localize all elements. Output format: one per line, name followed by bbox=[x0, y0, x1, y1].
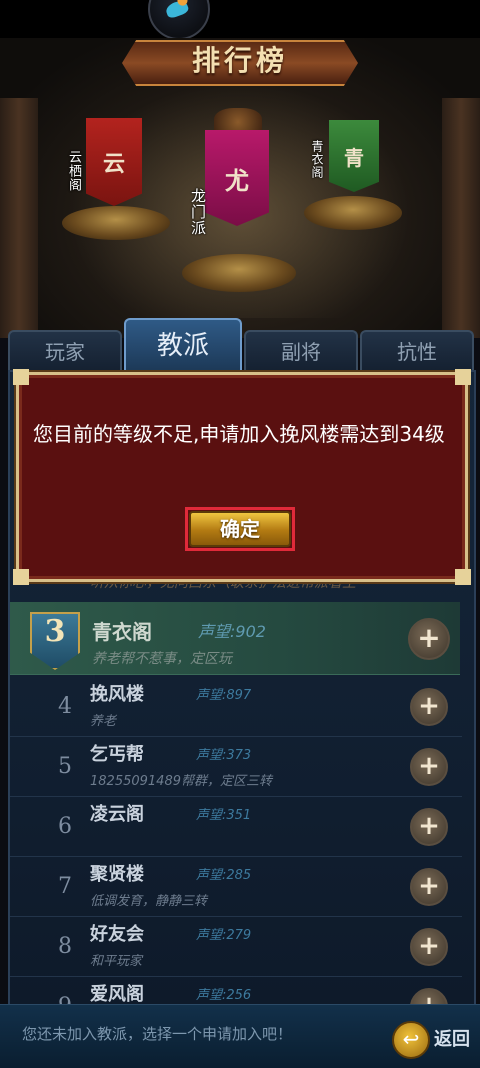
corner-ornament bbox=[13, 569, 29, 585]
banner-glyph: 尤 bbox=[225, 165, 249, 195]
tab-resistance[interactable]: 抗性 bbox=[360, 330, 474, 372]
sect-fame: 声望:351 bbox=[196, 808, 252, 823]
tab-general[interactable]: 副将 bbox=[244, 330, 358, 372]
right-pillar bbox=[442, 98, 480, 338]
join-button[interactable]: + bbox=[410, 868, 448, 906]
tab-player[interactable]: 玩家 bbox=[8, 330, 122, 372]
banner-first[interactable]: 尤 bbox=[205, 130, 269, 226]
join-button[interactable]: + bbox=[408, 618, 450, 660]
sect-name: 爱风阁 bbox=[90, 984, 144, 1005]
banner-second[interactable]: 云 bbox=[86, 118, 142, 206]
sect-fame: 声望:285 bbox=[196, 868, 252, 883]
sect-fame: 声望:902 bbox=[198, 622, 266, 641]
left-pillar bbox=[0, 98, 38, 338]
bottom-bar: 您还未加入教派，选择一个申请加入吧！ ↩ 返回 bbox=[0, 1004, 480, 1068]
tab-sect[interactable]: 教派 bbox=[124, 318, 242, 372]
sect-name: 聚贤楼 bbox=[90, 864, 144, 885]
join-hint: 您还未加入教派，选择一个申请加入吧！ bbox=[22, 1025, 293, 1043]
join-button[interactable]: + bbox=[410, 928, 448, 966]
dialog-message: 您目前的等级不足,申请加入挽风楼需达到34级 bbox=[33, 422, 445, 446]
list-item[interactable]: 5 乞丐帮 声望:373 18255091489帮群，定区三转 + bbox=[10, 736, 462, 797]
page-title: 排行榜 bbox=[191, 44, 288, 77]
pedestal-first bbox=[182, 254, 296, 292]
rank-number: 7 bbox=[58, 874, 72, 899]
list-item[interactable]: 3 青衣阁 声望:902 养老帮不惹事，定区玩 + bbox=[10, 602, 460, 675]
back-arrow-icon[interactable]: ↩ bbox=[392, 1021, 430, 1059]
sect-fame: 声望:279 bbox=[196, 928, 252, 943]
bird-icon bbox=[164, 0, 190, 20]
banner-glyph: 青 bbox=[344, 145, 364, 170]
join-button[interactable]: + bbox=[410, 808, 448, 846]
rank-number: 8 bbox=[58, 934, 72, 959]
sect-name: 挽风楼 bbox=[90, 684, 144, 705]
corner-ornament bbox=[455, 569, 471, 585]
join-button[interactable]: + bbox=[410, 748, 448, 786]
rank-number: 5 bbox=[58, 754, 72, 779]
confirm-button[interactable]: 确定 bbox=[189, 511, 291, 547]
sect-name: 好友会 bbox=[90, 924, 144, 945]
third-place-name: 青衣阁 bbox=[310, 140, 324, 179]
corner-ornament bbox=[455, 369, 471, 385]
sect-name: 乞丐帮 bbox=[90, 744, 144, 765]
corner-ornament bbox=[13, 369, 29, 385]
list-item[interactable]: 4 挽风楼 声望:897 养老 + bbox=[10, 676, 462, 737]
pedestal-second bbox=[62, 206, 170, 240]
banner-glyph: 云 bbox=[102, 151, 125, 177]
level-warning-dialog: 您目前的等级不足,申请加入挽风楼需达到34级 确定 bbox=[13, 369, 471, 585]
list-item[interactable]: 7 聚贤楼 声望:285 低调发育，静静三转 + bbox=[10, 856, 462, 917]
sect-motto: 低调发育，静静三转 bbox=[90, 894, 208, 909]
sect-motto: 养老帮不惹事，定区玩 bbox=[92, 651, 232, 667]
sect-name: 凌云阁 bbox=[90, 804, 144, 825]
list-item[interactable]: 6 凌云阁 声望:351 + bbox=[10, 796, 462, 857]
pedestal-third bbox=[304, 196, 402, 230]
sect-motto: 和平玩家 bbox=[90, 954, 143, 969]
rank-number: 3 bbox=[44, 614, 66, 649]
sect-name: 青衣阁 bbox=[92, 620, 152, 644]
sect-motto: 18255091489帮群，定区三转 bbox=[90, 774, 272, 789]
banner-third[interactable]: 青 bbox=[329, 120, 379, 192]
sect-fame: 声望:256 bbox=[196, 988, 252, 1003]
list-item[interactable]: 8 好友会 声望:279 和平玩家 + bbox=[10, 916, 462, 977]
status-bar bbox=[0, 0, 480, 38]
join-button[interactable]: + bbox=[410, 688, 448, 726]
sect-motto: 养老 bbox=[90, 714, 117, 729]
second-place-name: 云栖阁 bbox=[66, 150, 81, 192]
rank-number: 4 bbox=[58, 694, 72, 719]
ranking-tabs: 玩家 副将 抗性 教派 bbox=[0, 318, 480, 372]
sect-fame: 声望:897 bbox=[196, 688, 252, 703]
sect-fame: 声望:373 bbox=[196, 748, 252, 763]
rank-number: 6 bbox=[58, 814, 72, 839]
back-button[interactable]: 返回 bbox=[434, 1025, 470, 1051]
first-place-name: 龙门派 bbox=[189, 188, 207, 236]
